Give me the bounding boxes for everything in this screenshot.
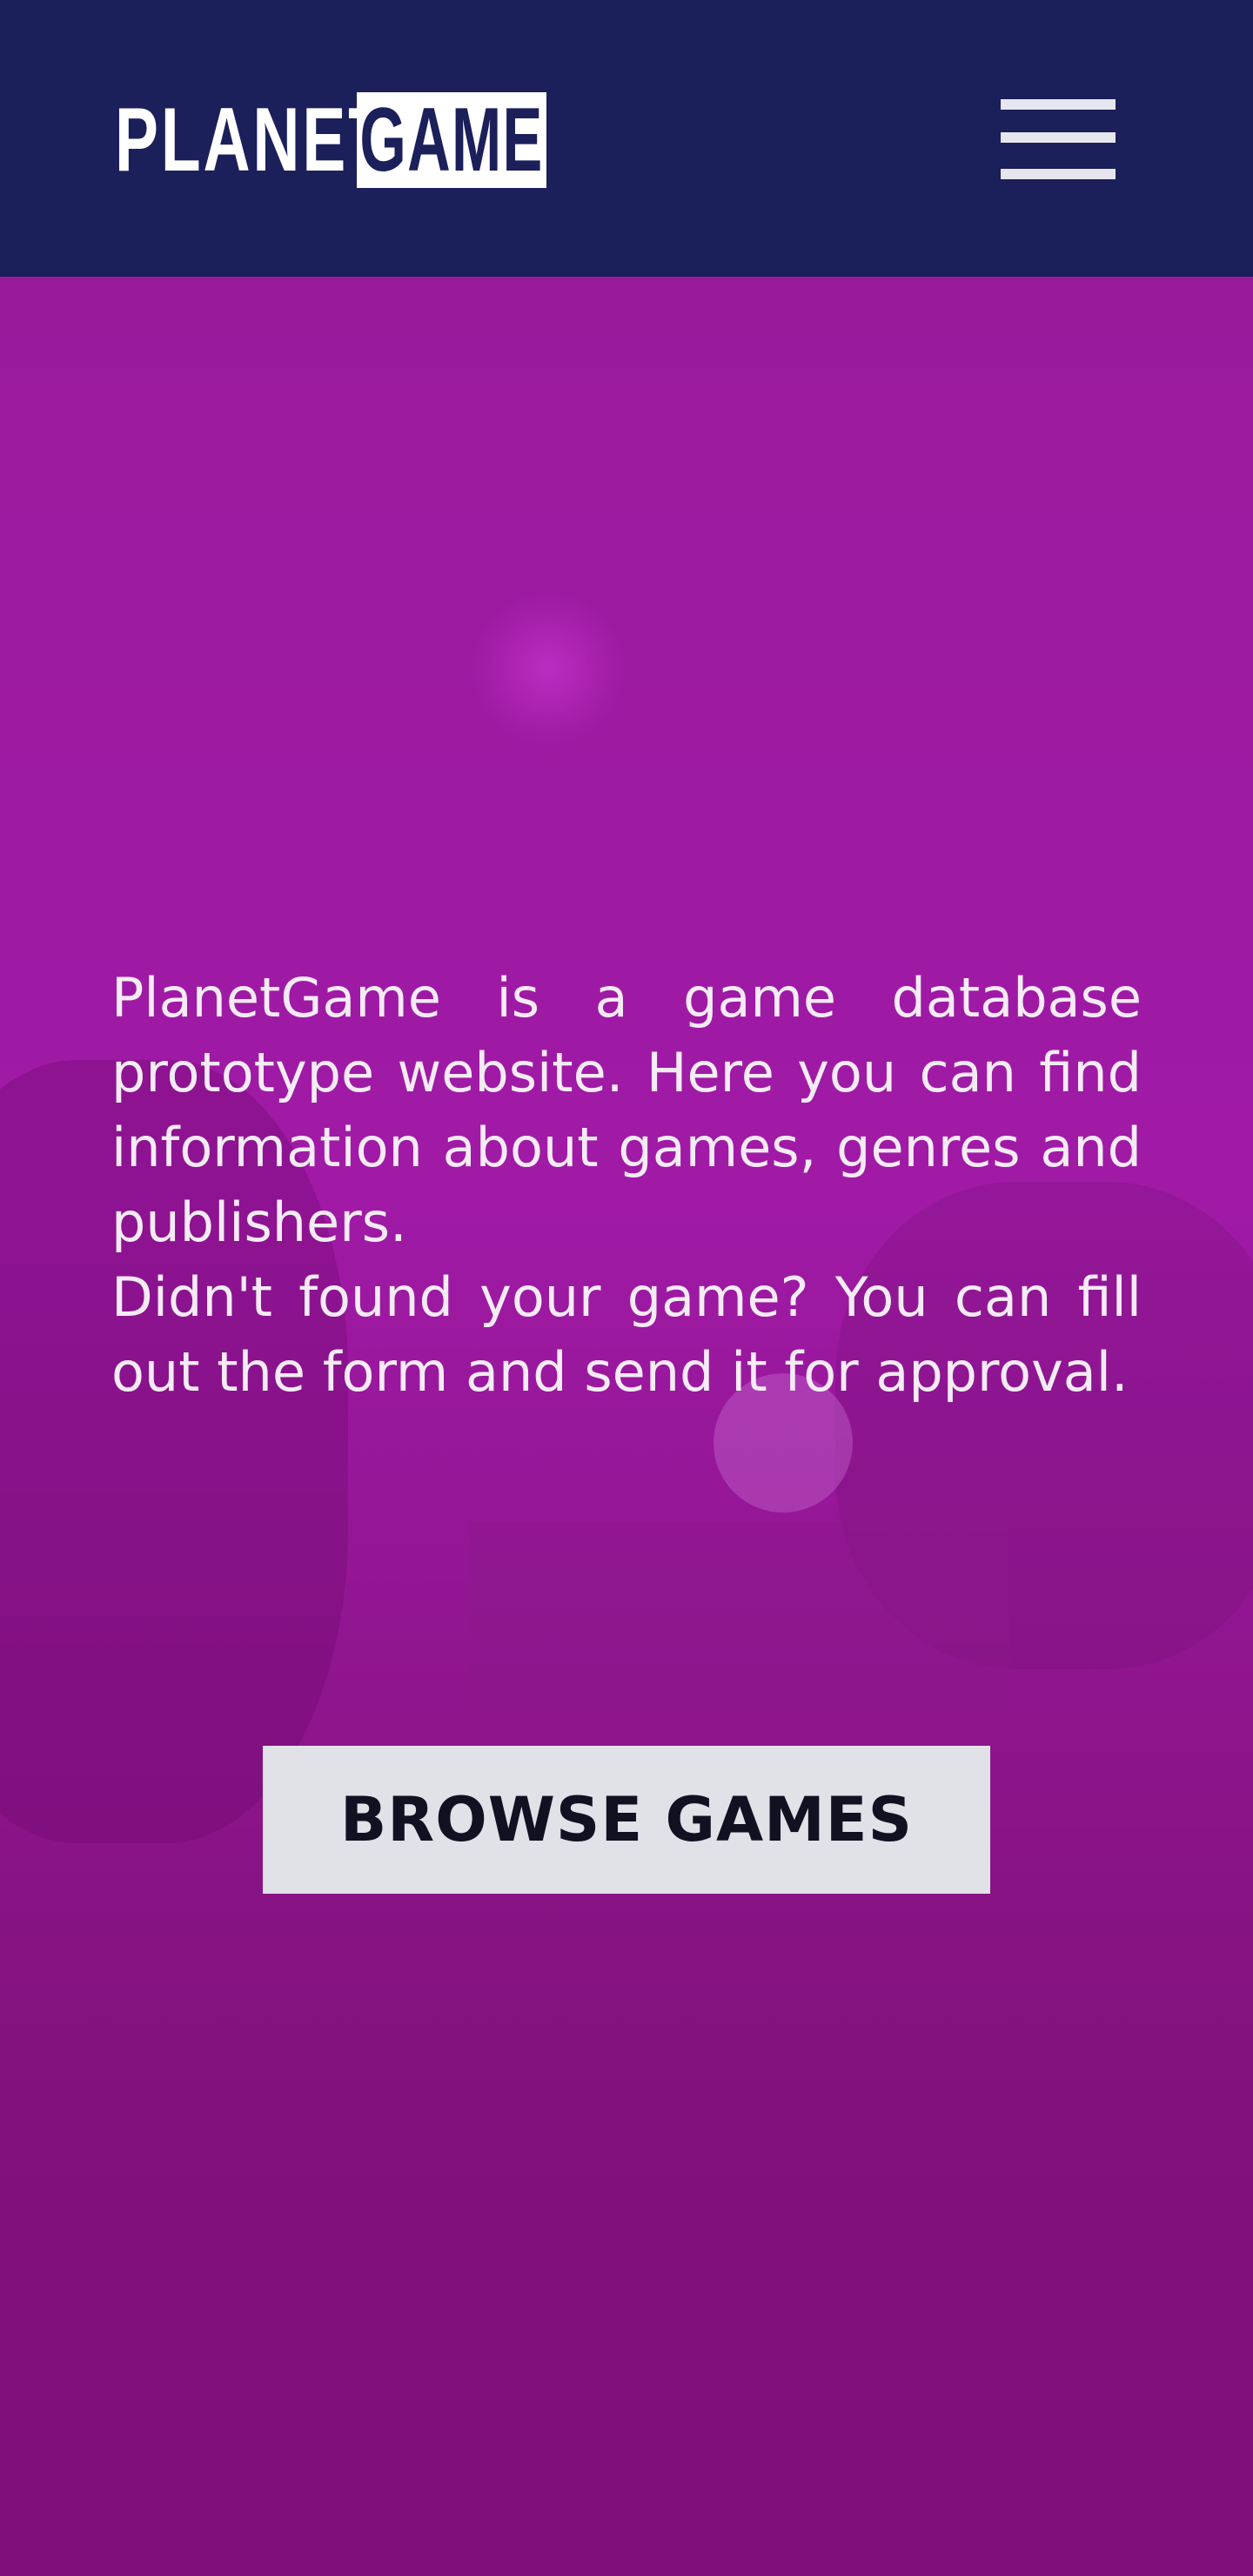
planetgame-logo[interactable]: PLANET GAME — [115, 92, 546, 188]
hero-paragraph-intro: PlanetGame is a game database prototype … — [111, 966, 1142, 1254]
background-photo-shape — [470, 590, 626, 747]
background-photo-shape — [0, 1974, 1253, 2576]
menu-bar-top — [1001, 99, 1116, 110]
logo-game-box: GAME — [357, 92, 546, 188]
menu-bar-middle — [1001, 132, 1116, 143]
hero-section: PlanetGame is a game database prototype … — [0, 277, 1253, 2576]
menu-bar-bottom — [1001, 169, 1116, 179]
logo-planet-text: PLANET — [115, 90, 391, 191]
browse-games-button[interactable]: BROWSE GAMES — [263, 1746, 990, 1894]
hamburger-menu-icon[interactable] — [1001, 96, 1116, 183]
hero-paragraph-form: Didn't found your game? You can fill out… — [111, 1265, 1142, 1404]
logo-game-text: GAME — [359, 92, 544, 188]
background-photo-shape — [470, 1521, 1009, 1713]
hero-description: PlanetGame is a game database prototype … — [111, 961, 1142, 1410]
top-navbar: PLANET GAME — [0, 0, 1253, 277]
